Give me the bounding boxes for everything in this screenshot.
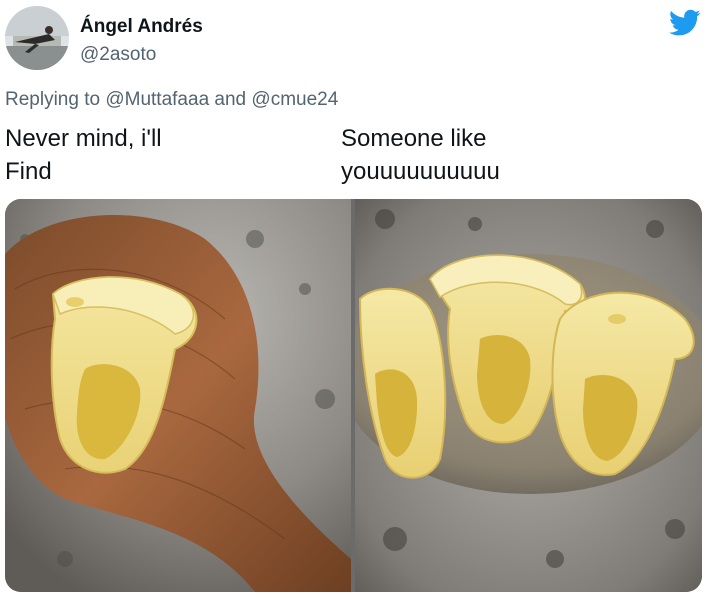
twitter-bird-graphic [669, 9, 701, 36]
author-handle[interactable]: @2asoto [80, 44, 156, 66]
photo-pasta-on-wooden-spoon[interactable] [5, 199, 351, 592]
tweet-text-right: Someone like youuuuuuuuuu [341, 122, 500, 188]
tweet-text-left-line-1: Never mind, i'll [5, 125, 162, 152]
replying-conjunction: and [214, 89, 247, 110]
replying-to-line: Replying to @Muttafaaa and @cmue24 [5, 89, 338, 111]
tweet-text-left: Never mind, i'll Find [5, 122, 162, 188]
mention-cmue24[interactable]: @cmue24 [251, 89, 338, 110]
tweet-text-left-line-2: Find [5, 158, 52, 185]
tweet-card: Ángel Andrés @2asoto Replying to @Muttaf… [0, 0, 709, 601]
mention-muttafaaa[interactable]: @Muttafaaa [105, 89, 209, 110]
tweet-media [5, 199, 702, 592]
tweet-text-right-line-1: Someone like [341, 125, 487, 152]
photo-left-graphic [5, 199, 351, 592]
twitter-bird-icon[interactable] [669, 9, 701, 37]
tweet-text-right-line-2: youuuuuuuuuu [341, 158, 500, 185]
avatar-image [5, 6, 69, 70]
replying-to-label: Replying to [5, 89, 101, 110]
avatar[interactable] [5, 6, 69, 70]
author-display-name[interactable]: Ángel Andrés [80, 16, 203, 38]
photo-three-pasta-on-spoon[interactable] [355, 199, 702, 592]
photo-right-graphic [355, 199, 702, 592]
